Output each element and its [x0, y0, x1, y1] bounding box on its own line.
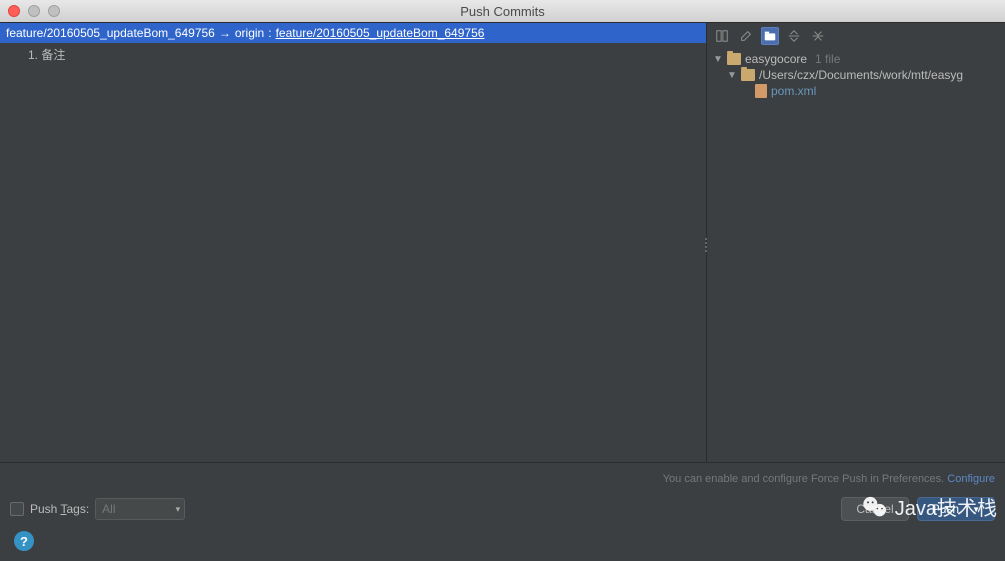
source-branch: feature/20160505_updateBom_649756	[6, 26, 215, 40]
show-diff-icon[interactable]	[713, 27, 731, 45]
module-icon	[727, 53, 741, 65]
group-by-directory-icon[interactable]	[761, 27, 779, 45]
file-tree: ▼ easygocore 1 file ▼ /Users/czx/Documen…	[707, 49, 1005, 101]
commits-panel: feature/20160505_updateBom_649756 → orig…	[0, 23, 707, 462]
push-tags-group: Push Tags: All	[10, 498, 185, 520]
folder-icon	[741, 69, 755, 81]
main-content: feature/20160505_updateBom_649756 → orig…	[0, 22, 1005, 462]
help-row: ?	[10, 525, 995, 555]
push-tags-checkbox[interactable]	[10, 502, 24, 516]
minimize-window-button[interactable]	[28, 5, 40, 17]
collapse-all-icon[interactable]	[809, 27, 827, 45]
files-toolbar	[707, 23, 1005, 49]
cancel-button[interactable]: Cancel	[841, 497, 908, 521]
chevron-down-icon[interactable]: ▼	[727, 70, 737, 81]
expand-all-icon[interactable]	[785, 27, 803, 45]
file-name: pom.xml	[771, 84, 816, 98]
module-name: easygocore	[745, 52, 807, 66]
configure-link[interactable]: Configure	[947, 473, 995, 485]
bottom-row: Push Tags: All Cancel Push▼	[10, 493, 995, 525]
target-branch[interactable]: feature/20160505_updateBom_649756	[276, 26, 485, 40]
remote-name: origin	[235, 26, 264, 40]
edit-icon[interactable]	[737, 27, 755, 45]
arrow-icon: →	[219, 26, 231, 40]
traffic-lights	[8, 5, 60, 17]
commit-number: 1.	[28, 48, 38, 62]
files-panel: ▼ easygocore 1 file ▼ /Users/czx/Documen…	[707, 23, 1005, 462]
tree-file[interactable]: pom.xml	[713, 83, 999, 99]
hint-text: You can enable and configure Force Push …	[663, 473, 948, 485]
push-button[interactable]: Push▼	[917, 497, 995, 521]
push-tags-dropdown[interactable]: All	[95, 498, 185, 520]
commit-list: 1. 备注	[0, 43, 706, 64]
chevron-down-icon[interactable]: ▼	[713, 54, 723, 65]
dialog-buttons: Cancel Push▼	[841, 497, 995, 521]
help-icon[interactable]: ?	[14, 531, 34, 551]
close-window-button[interactable]	[8, 5, 20, 17]
chevron-down-icon[interactable]: ▼	[967, 505, 980, 514]
zoom-window-button[interactable]	[48, 5, 60, 17]
splitter-handle[interactable]	[703, 235, 709, 255]
titlebar: Push Commits	[0, 0, 1005, 22]
branch-row[interactable]: feature/20160505_updateBom_649756 → orig…	[0, 23, 706, 43]
push-tags-label: Push Tags:	[30, 502, 89, 516]
footer: You can enable and configure Force Push …	[0, 462, 1005, 561]
commit-message: 备注	[41, 48, 65, 62]
tree-root[interactable]: ▼ easygocore 1 file	[713, 51, 999, 67]
tree-folder[interactable]: ▼ /Users/czx/Documents/work/mtt/easyg	[713, 67, 999, 83]
separator: :	[268, 26, 271, 40]
window-title: Push Commits	[460, 4, 545, 19]
file-count: 1 file	[815, 52, 840, 66]
force-push-hint: You can enable and configure Force Push …	[10, 469, 995, 493]
folder-path: /Users/czx/Documents/work/mtt/easyg	[759, 68, 963, 82]
xml-file-icon	[755, 84, 767, 98]
commit-item[interactable]: 1. 备注	[28, 45, 706, 64]
